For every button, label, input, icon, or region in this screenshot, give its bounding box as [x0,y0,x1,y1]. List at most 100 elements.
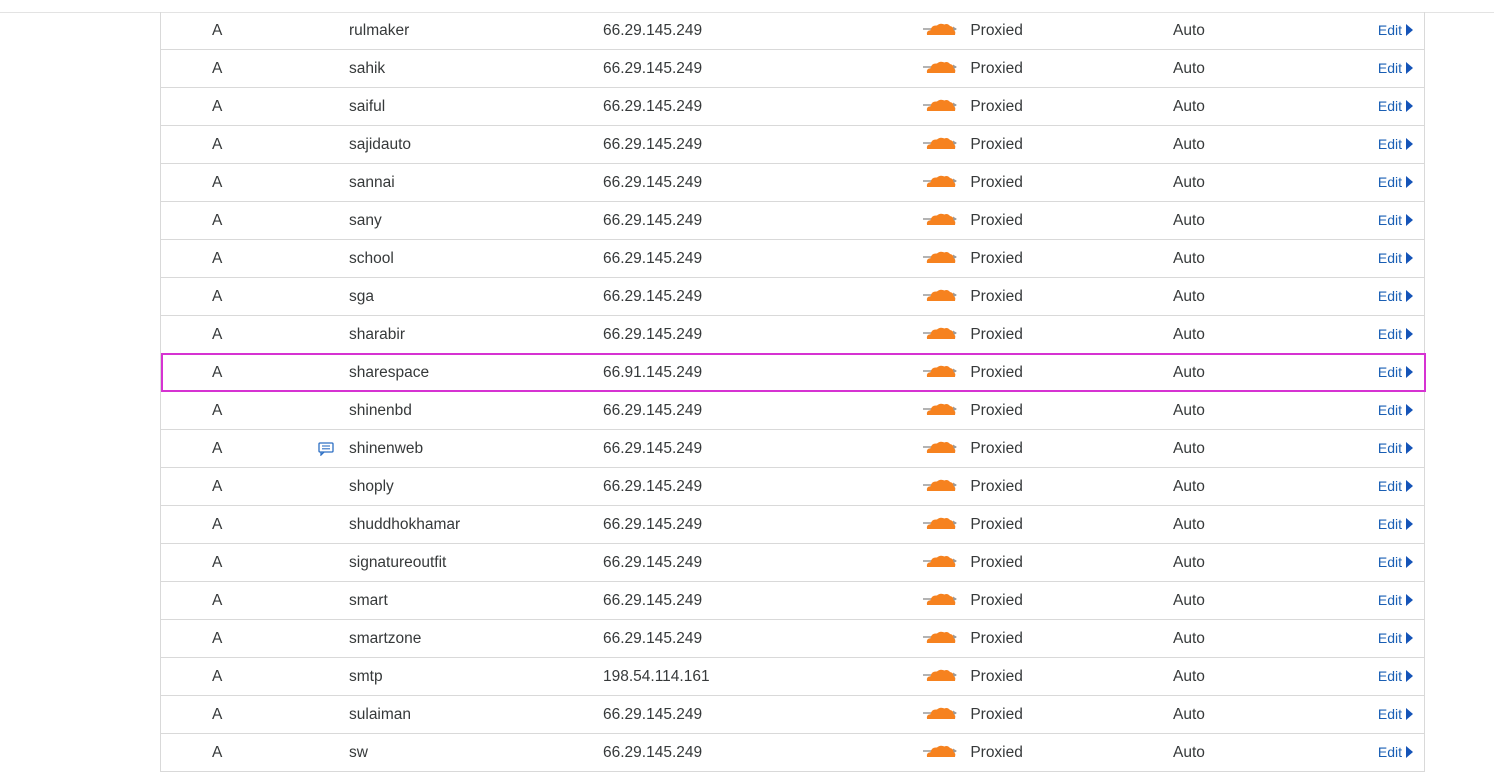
edit-link[interactable]: Edit [1378,126,1413,163]
caret-right-icon [1406,632,1413,645]
record-name: smtp [349,668,383,685]
caret-right-icon [1406,252,1413,265]
edit-link[interactable]: Edit [1378,582,1413,619]
record-type: A [212,212,223,229]
proxy-status-label: Proxied [970,364,1023,381]
proxy-status[interactable]: Proxied [922,696,1023,733]
edit-link[interactable]: Edit [1378,354,1413,391]
dns-record-row-smart[interactable]: A smart 66.29.145.249 Proxied Auto Edit [161,582,1424,620]
dns-record-row-sharespace[interactable]: A sharespace 66.91.145.249 Proxied Auto … [161,353,1426,392]
caret-right-icon [1406,24,1413,37]
proxy-status-label: Proxied [970,630,1023,647]
record-content: 66.29.145.249 [603,554,703,571]
record-content: 66.91.145.249 [603,364,703,381]
record-name: school [349,250,394,267]
proxy-status[interactable]: Proxied [922,12,1023,49]
caret-right-icon [1406,290,1413,303]
orange-cloud-icon [923,366,957,378]
proxy-status[interactable]: Proxied [922,544,1023,581]
proxy-status[interactable]: Proxied [922,316,1023,353]
edit-link[interactable]: Edit [1378,658,1413,695]
edit-link[interactable]: Edit [1378,88,1413,125]
orange-cloud-icon [923,746,957,758]
comment-glyph [318,442,334,457]
edit-link[interactable]: Edit [1378,696,1413,733]
record-content: 66.29.145.249 [603,706,703,723]
proxy-status[interactable]: Proxied [922,620,1023,657]
comment-icon[interactable] [318,442,334,457]
dns-record-row-shuddhokhamar[interactable]: A shuddhokhamar 66.29.145.249 Proxied Au… [161,506,1424,544]
dns-record-row-sahik[interactable]: A sahik 66.29.145.249 Proxied Auto Edit [161,50,1424,88]
proxy-status[interactable]: Proxied [922,582,1023,619]
proxy-status[interactable]: Proxied [922,240,1023,277]
record-ttl: Auto [1173,212,1205,229]
edit-label: Edit [1377,554,1402,570]
dns-record-row-saiful[interactable]: A saiful 66.29.145.249 Proxied Auto Edit [161,88,1424,126]
record-content: 66.29.145.249 [603,288,703,305]
edit-link[interactable]: Edit [1378,50,1413,87]
dns-record-row-sharabir[interactable]: A sharabir 66.29.145.249 Proxied Auto Ed… [161,316,1424,354]
proxy-status[interactable]: Proxied [922,734,1023,771]
record-name: sharabir [349,326,405,343]
edit-link[interactable]: Edit [1378,430,1413,467]
record-ttl: Auto [1173,402,1205,419]
record-ttl: Auto [1173,744,1205,761]
edit-label: Edit [1377,668,1402,684]
dns-record-row-sulaiman[interactable]: A sulaiman 66.29.145.249 Proxied Auto Ed… [161,696,1424,734]
orange-cloud-icon [923,24,957,36]
dns-record-row-signatureoutfit[interactable]: A signatureoutfit 66.29.145.249 Proxied … [161,544,1424,582]
caret-right-icon [1406,138,1413,151]
edit-label: Edit [1377,250,1402,266]
proxy-status[interactable]: Proxied [922,202,1023,239]
edit-link[interactable]: Edit [1378,240,1413,277]
edit-label: Edit [1377,212,1402,228]
dns-record-row-shinenbd[interactable]: A shinenbd 66.29.145.249 Proxied Auto Ed… [161,392,1424,430]
dns-record-row-sany[interactable]: A sany 66.29.145.249 Proxied Auto Edit [161,202,1424,240]
proxy-status[interactable]: Proxied [922,50,1023,87]
proxy-status[interactable]: Proxied [922,506,1023,543]
edit-link[interactable]: Edit [1378,164,1413,201]
orange-cloud-icon [923,594,957,606]
edit-link[interactable]: Edit [1378,316,1413,353]
record-content: 66.29.145.249 [603,440,703,457]
proxy-status-label: Proxied [970,706,1023,723]
proxy-status[interactable]: Proxied [922,126,1023,163]
proxy-status[interactable]: Proxied [922,430,1023,467]
edit-link[interactable]: Edit [1378,278,1413,315]
edit-link[interactable]: Edit [1378,620,1413,657]
record-content: 198.54.114.161 [603,668,710,685]
record-type: A [212,250,223,267]
dns-record-row-shoply[interactable]: A shoply 66.29.145.249 Proxied Auto Edit [161,468,1424,506]
dns-record-row-sajidauto[interactable]: A sajidauto 66.29.145.249 Proxied Auto E… [161,126,1424,164]
record-ttl: Auto [1173,136,1205,153]
record-type: A [212,744,223,761]
proxy-status[interactable]: Proxied [922,354,1023,391]
caret-right-icon [1406,100,1413,113]
dns-record-row-sga[interactable]: A sga 66.29.145.249 Proxied Auto Edit [161,278,1424,316]
edit-link[interactable]: Edit [1378,12,1413,49]
edit-link[interactable]: Edit [1378,544,1413,581]
edit-link[interactable]: Edit [1378,202,1413,239]
dns-record-row-school[interactable]: A school 66.29.145.249 Proxied Auto Edit [161,240,1424,278]
dns-record-row-sannai[interactable]: A sannai 66.29.145.249 Proxied Auto Edit [161,164,1424,202]
dns-record-row-sw[interactable]: A sw 66.29.145.249 Proxied Auto Edit [161,734,1424,772]
proxy-status[interactable]: Proxied [922,468,1023,505]
dns-record-row-rulmaker[interactable]: A rulmaker 66.29.145.249 Proxied Auto Ed… [161,12,1424,50]
dns-record-row-smtp[interactable]: A smtp 198.54.114.161 Proxied Auto Edit [161,658,1424,696]
dns-record-row-shinenweb[interactable]: A shinenweb 66.29.145.249 Proxied Auto E… [161,430,1424,468]
edit-link[interactable]: Edit [1378,506,1413,543]
edit-label: Edit [1377,288,1402,304]
proxy-status[interactable]: Proxied [922,88,1023,125]
dns-record-row-smartzone[interactable]: A smartzone 66.29.145.249 Proxied Auto E… [161,620,1424,658]
edit-link[interactable]: Edit [1378,392,1413,429]
proxy-status[interactable]: Proxied [922,164,1023,201]
orange-cloud-icon [923,100,957,112]
edit-link[interactable]: Edit [1378,468,1413,505]
proxy-status[interactable]: Proxied [922,278,1023,315]
proxy-status[interactable]: Proxied [922,392,1023,429]
edit-link[interactable]: Edit [1378,734,1413,771]
record-ttl: Auto [1173,174,1205,191]
record-type: A [212,22,223,39]
record-content: 66.29.145.249 [603,744,703,761]
proxy-status[interactable]: Proxied [922,658,1023,695]
